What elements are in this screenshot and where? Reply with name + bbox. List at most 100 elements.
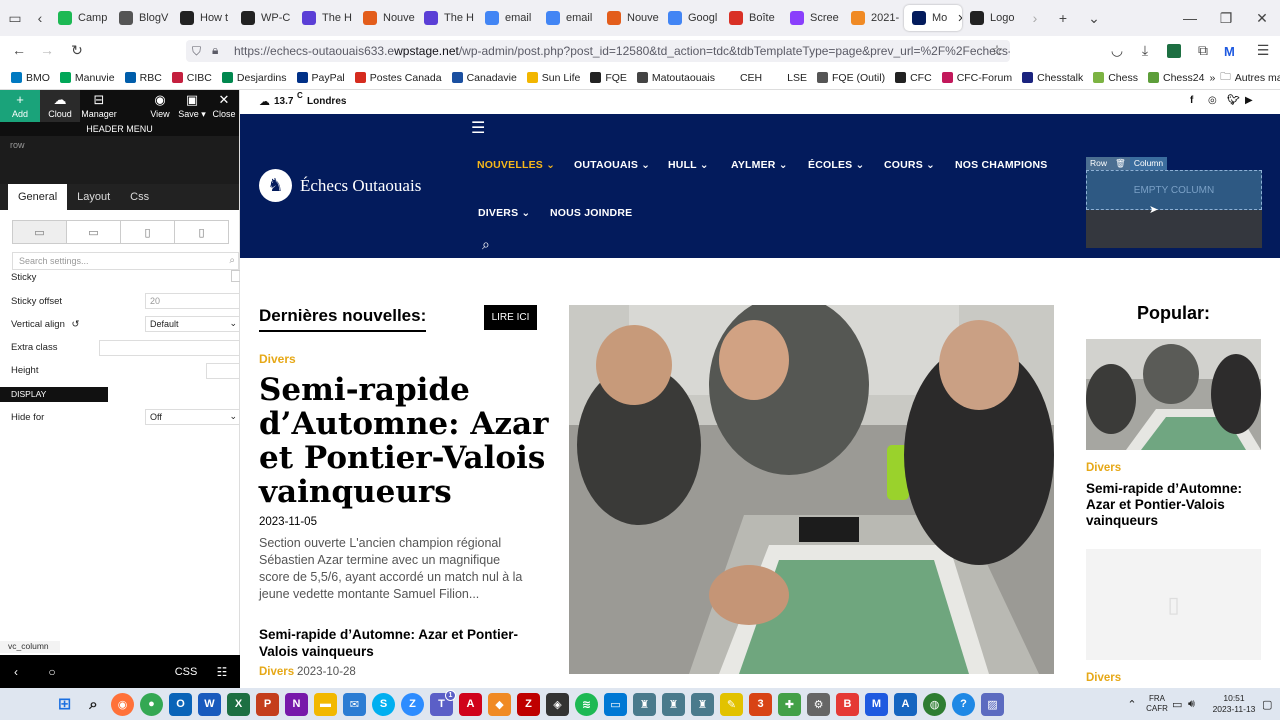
reload-icon[interactable]: ↻ xyxy=(60,42,94,59)
window-close-icon[interactable]: ✕ xyxy=(1244,10,1280,27)
bookmark-star-icon[interactable]: ☆ xyxy=(980,42,1014,59)
puzzle-icon[interactable]: ✚ xyxy=(778,692,801,716)
chrome-icon[interactable]: ● xyxy=(140,692,163,716)
browser-tab[interactable]: BlogV xyxy=(111,5,172,31)
nav-ecoles[interactable]: ÉCOLES ⌄ xyxy=(808,159,865,171)
spotify-icon[interactable]: ≋ xyxy=(575,692,598,716)
bookmark-item[interactable]: Chesstalk xyxy=(1017,72,1088,84)
desktop-icon[interactable]: ▭ xyxy=(13,221,67,243)
bookmark-item[interactable]: Chess24 xyxy=(1143,72,1209,84)
nav-nouvelles[interactable]: NOUVELLES ⌄ xyxy=(477,159,555,171)
browser-tab[interactable]: The H xyxy=(416,5,477,31)
popular-category-2[interactable]: Divers xyxy=(1086,672,1121,684)
browser-tab[interactable]: Nouve xyxy=(599,5,660,31)
windows-start-icon[interactable]: ⊞ xyxy=(53,693,76,716)
firefox-icon[interactable]: ◉ xyxy=(111,692,134,716)
delete-icon[interactable]: 🗑︎ xyxy=(1111,157,1130,170)
browser-tab[interactable]: Nouve xyxy=(355,5,416,31)
window-app-icon[interactable]: ▭ xyxy=(604,692,627,716)
menu-icon[interactable]: ☰ xyxy=(1246,42,1280,59)
bookmark-item[interactable]: CIBC xyxy=(167,72,217,84)
bookmark-item[interactable]: Manuvie xyxy=(55,72,120,84)
bookmark-item[interactable]: Postes Canada xyxy=(350,72,447,84)
browser-tab[interactable]: The H xyxy=(294,5,355,31)
zoom-icon[interactable]: Z xyxy=(401,692,424,716)
onenote-icon[interactable]: N xyxy=(285,692,308,716)
acrobat-icon[interactable]: A xyxy=(459,692,482,716)
manager-button[interactable]: ⊟ Manager xyxy=(80,90,118,122)
capture-icon[interactable]: ◈ xyxy=(546,692,569,716)
app-icon[interactable]: ◆ xyxy=(488,692,511,716)
reset-icon[interactable]: ↺ xyxy=(72,319,80,330)
downloads-icon[interactable]: ⤓ xyxy=(1128,42,1162,59)
second-article-title[interactable]: Semi-rapide d’Automne: Azar et Pontier-V… xyxy=(259,626,544,660)
hide-for-select[interactable]: Off ⌄ xyxy=(145,409,241,425)
excel-icon[interactable]: X xyxy=(227,692,250,716)
volume-icon[interactable]: 🔊︎ xyxy=(1188,698,1206,711)
hamburger-menu-icon[interactable]: ☰ xyxy=(471,118,485,138)
browser-tab[interactable]: email xyxy=(477,5,538,31)
restore-icon[interactable]: ❐ xyxy=(1208,10,1244,27)
forward-icon[interactable]: → xyxy=(30,42,64,58)
vertical-align-select[interactable]: Default ⌄ xyxy=(145,316,241,332)
address-bar[interactable]: ⛉ 🔒︎ https://echecs-outaouais633.e wpstag… xyxy=(186,40,1010,62)
main-category[interactable]: Divers xyxy=(259,352,296,366)
minimize-icon[interactable]: — xyxy=(1172,10,1208,26)
nav-champions[interactable]: NOS CHAMPIONS xyxy=(955,159,1047,171)
add-button[interactable]: + Add xyxy=(0,90,40,122)
lire-ici-button[interactable]: LIRE ICI xyxy=(484,305,537,330)
mail-icon[interactable]: ✉ xyxy=(343,692,366,716)
browser-tab[interactable]: Googl xyxy=(660,5,721,31)
nav-hull[interactable]: HULL ⌄ xyxy=(668,159,709,171)
popular-article-title[interactable]: Semi-rapide d’Automne: Azar et Pontier-V… xyxy=(1086,481,1256,529)
settings-app-icon[interactable]: ⚙ xyxy=(807,692,830,716)
bookmark-item[interactable]: Canadavie xyxy=(447,72,522,84)
app-35-icon[interactable]: 3 xyxy=(749,692,772,716)
tab-layout[interactable]: Layout xyxy=(67,184,120,210)
second-category[interactable]: Divers xyxy=(259,666,294,678)
height-field[interactable] xyxy=(206,363,241,379)
bookmark-item[interactable]: CEH xyxy=(720,72,767,84)
browser-tab[interactable]: How t xyxy=(172,5,233,31)
file-explorer-icon[interactable]: ▬ xyxy=(314,692,337,716)
network-icon[interactable]: ▭ xyxy=(1172,698,1188,711)
tab-overview-icon[interactable]: ▭ xyxy=(0,10,30,27)
landscape-tablet-icon[interactable]: ▭ xyxy=(67,221,121,243)
word-icon[interactable]: W xyxy=(198,692,221,716)
main-article-title[interactable]: Semi-rapide d’Automne: Azar et Pontier-V… xyxy=(259,373,549,509)
powerpoint-icon[interactable]: P xyxy=(256,692,279,716)
nav-outaouais[interactable]: OUTAOUAIS ⌄ xyxy=(574,159,650,171)
bookmark-item[interactable]: Desjardins xyxy=(217,72,292,84)
browser-tab[interactable]: Mo ✕ xyxy=(904,5,962,31)
chess-app-3-icon[interactable]: ♜ xyxy=(691,692,714,716)
malwarebytes-taskbar-icon[interactable]: M xyxy=(865,692,888,716)
popular-category[interactable]: Divers xyxy=(1086,462,1121,474)
bookmark-item[interactable]: PayPal xyxy=(292,72,350,84)
bookmark-item[interactable]: BMO xyxy=(6,72,55,84)
bookmark-item[interactable]: LSE xyxy=(767,72,812,84)
bookmark-item[interactable]: CFC xyxy=(890,72,937,84)
browser-tab[interactable]: Camp xyxy=(50,5,111,31)
malwarebytes-icon[interactable]: M xyxy=(1224,44,1240,59)
skype-icon[interactable]: S xyxy=(372,692,395,716)
bookmark-item[interactable]: Sun Life xyxy=(522,72,586,84)
popular-placeholder-image[interactable]: ▯ xyxy=(1086,549,1261,660)
bookmark-item[interactable]: FQE xyxy=(585,72,632,84)
phone-icon[interactable]: ▯ xyxy=(175,221,228,243)
filezilla-icon[interactable]: Z xyxy=(517,692,540,716)
nav-divers[interactable]: DIVERS ⌄ xyxy=(478,207,530,219)
browser-tab[interactable]: Scree xyxy=(782,5,843,31)
sticky-offset-field[interactable]: 20 xyxy=(145,293,241,309)
search-icon[interactable]: ⌕ xyxy=(482,236,490,253)
save-button[interactable]: ▣ Save ▾ xyxy=(175,90,209,122)
popular-chess-photo[interactable] xyxy=(1086,339,1261,450)
chess-app-icon[interactable]: ♜ xyxy=(633,692,656,716)
excel-extension-icon[interactable] xyxy=(1167,44,1181,58)
app-a-icon[interactable]: A xyxy=(894,692,917,716)
portrait-tablet-icon[interactable]: ▯ xyxy=(121,221,175,243)
browser-tab[interactable]: 2021- xyxy=(843,5,904,31)
empty-column-area[interactable]: EMPTY COLUMN ➤ xyxy=(1086,170,1262,248)
help-icon[interactable]: ? xyxy=(952,692,975,716)
shield-icon[interactable]: ⛉ xyxy=(192,44,201,59)
css-button[interactable]: CSS xyxy=(168,666,204,678)
